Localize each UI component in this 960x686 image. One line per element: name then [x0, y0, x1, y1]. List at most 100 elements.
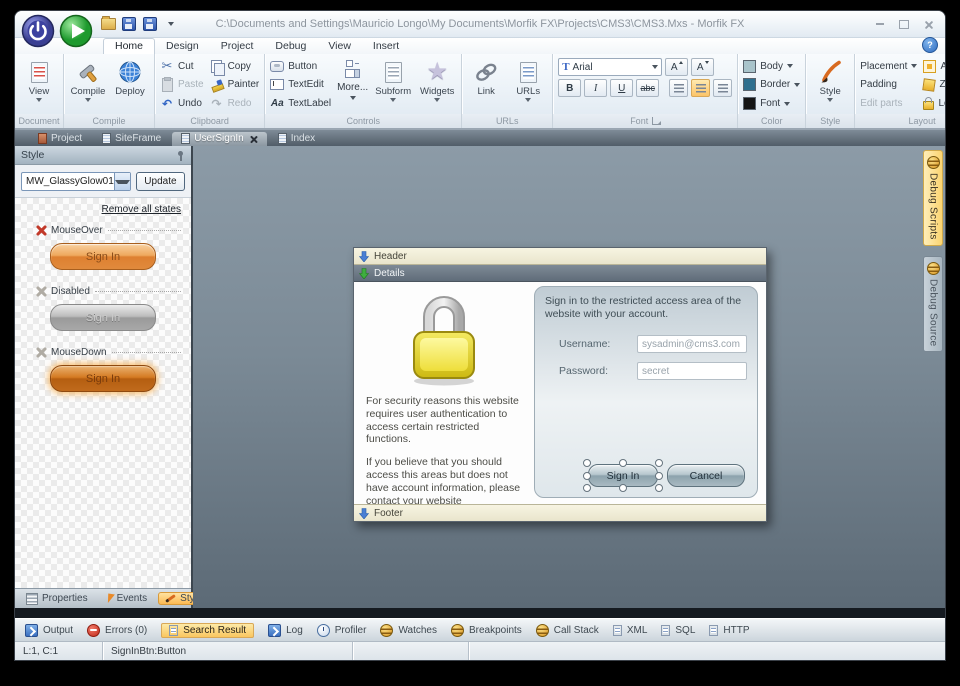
sql-tab[interactable]: SQL: [661, 625, 695, 636]
tab-events[interactable]: Events: [99, 592, 155, 605]
link-button[interactable]: Link: [465, 56, 507, 114]
underline-button[interactable]: U: [610, 79, 633, 97]
remove-all-states-link[interactable]: Remove all states: [23, 204, 181, 215]
widgets-button[interactable]: ★ Widgets: [416, 56, 458, 114]
edit-parts-button[interactable]: Edit parts: [860, 96, 917, 112]
design-canvas[interactable]: Header Details: [193, 146, 945, 608]
view-button[interactable]: View: [18, 56, 60, 114]
save-button[interactable]: [120, 15, 138, 33]
morfik-menu-button[interactable]: [21, 14, 55, 48]
run-project-button[interactable]: [59, 14, 93, 48]
errors-tab[interactable]: Errors (0): [87, 624, 147, 637]
tab-debug-scripts[interactable]: Debug Scripts: [923, 150, 943, 246]
align-button[interactable]: Align: [923, 58, 946, 74]
align-right-button[interactable]: [713, 79, 732, 97]
http-tab[interactable]: HTTP: [709, 625, 749, 636]
cut-button[interactable]: ✂Cut: [160, 58, 204, 74]
state-preview-disabled-button[interactable]: Sign In: [50, 304, 156, 331]
doc-tab-index[interactable]: Index: [269, 132, 324, 146]
tab-properties[interactable]: Properties: [19, 592, 95, 606]
shrink-font-button[interactable]: A: [691, 58, 714, 76]
insert-textlabel-control[interactable]: AaTextLabel: [270, 96, 331, 112]
username-field[interactable]: [637, 335, 747, 353]
log-tab[interactable]: Log: [268, 624, 303, 637]
doc-tab-project[interactable]: Project: [29, 132, 91, 146]
tab-debug-source[interactable]: Debug Source: [923, 256, 943, 353]
toolbar-options-button[interactable]: [162, 15, 180, 33]
insert-textedit-control[interactable]: TextEdit: [270, 77, 331, 93]
state-preview-mouseover-button[interactable]: Sign In: [50, 243, 156, 270]
remove-state-icon[interactable]: [35, 347, 46, 358]
maximize-button[interactable]: [897, 18, 911, 30]
watches-tab[interactable]: Watches: [380, 624, 437, 637]
remove-state-icon[interactable]: [35, 286, 46, 297]
pin-icon[interactable]: [176, 151, 185, 160]
subform-button[interactable]: Subform: [372, 56, 414, 114]
compile-button[interactable]: Compile: [67, 56, 109, 114]
output-tab[interactable]: Output: [25, 624, 73, 637]
style-button[interactable]: Style: [809, 56, 851, 114]
doc-tab-usersignin[interactable]: UserSignIn: [172, 132, 266, 146]
font-color-button[interactable]: Font: [743, 96, 800, 112]
form-details-band[interactable]: Details: [354, 265, 766, 282]
tab-design[interactable]: Design: [155, 39, 210, 54]
selection-handle[interactable]: [619, 459, 627, 467]
redo-button[interactable]: ↷Redo: [210, 96, 260, 112]
tab-project[interactable]: Project: [210, 39, 265, 54]
search-result-tab[interactable]: Search Result: [161, 623, 254, 638]
tab-home[interactable]: Home: [103, 38, 155, 54]
help-button[interactable]: ?: [922, 37, 938, 53]
selection-handle[interactable]: [655, 459, 663, 467]
style-select[interactable]: MW_GlassyGlow01: [21, 172, 131, 191]
remove-state-icon[interactable]: [35, 225, 46, 236]
selection-handle[interactable]: [655, 484, 663, 492]
cancel-button[interactable]: Cancel: [667, 464, 745, 487]
copy-button[interactable]: Copy: [210, 58, 260, 74]
font-dialog-launcher[interactable]: [652, 117, 660, 125]
z-order-button[interactable]: Z Order: [923, 77, 946, 93]
close-tab-icon[interactable]: [250, 135, 258, 143]
selection-handle[interactable]: [619, 484, 627, 492]
doc-tab-siteframe[interactable]: SiteFrame: [93, 132, 170, 146]
lock-button[interactable]: Lock: [923, 96, 946, 112]
align-left-button[interactable]: [669, 79, 688, 97]
tab-view[interactable]: View: [317, 39, 362, 54]
undo-button[interactable]: ↶Undo: [160, 96, 204, 112]
profiler-tab[interactable]: Profiler: [317, 624, 367, 637]
urls-button[interactable]: URLs: [507, 56, 549, 114]
password-field[interactable]: [637, 362, 747, 380]
xml-tab[interactable]: XML: [613, 625, 648, 636]
insert-button-control[interactable]: Button: [270, 58, 331, 74]
selection-handle[interactable]: [583, 459, 591, 467]
body-color-button[interactable]: Body: [743, 58, 800, 74]
state-preview-mousedown-button[interactable]: Sign In: [50, 365, 156, 392]
placement-button[interactable]: Placement: [860, 58, 917, 74]
breakpoints-tab[interactable]: Breakpoints: [451, 624, 522, 637]
selection-handle[interactable]: [583, 472, 591, 480]
tab-insert[interactable]: Insert: [362, 39, 410, 54]
call-stack-tab[interactable]: Call Stack: [536, 624, 599, 637]
paste-button[interactable]: Paste: [160, 77, 204, 93]
minimize-button[interactable]: [873, 18, 887, 30]
update-button[interactable]: Update: [136, 172, 185, 191]
border-color-button[interactable]: Border: [743, 77, 800, 93]
align-center-button[interactable]: [691, 79, 710, 97]
painter-button[interactable]: Painter: [210, 77, 260, 93]
selection-handle[interactable]: [583, 484, 591, 492]
open-button[interactable]: [99, 15, 117, 33]
italic-button[interactable]: I: [584, 79, 607, 97]
form-footer-band[interactable]: Footer: [354, 504, 766, 521]
grow-font-button[interactable]: A: [665, 58, 688, 76]
form-header-band[interactable]: Header: [354, 248, 766, 265]
bold-button[interactable]: B: [558, 79, 581, 97]
tab-debug[interactable]: Debug: [264, 39, 317, 54]
selection-handle[interactable]: [655, 472, 663, 480]
close-button[interactable]: [921, 18, 935, 30]
more-controls-button[interactable]: More...: [337, 81, 368, 93]
style-select-dropdown[interactable]: [114, 173, 130, 190]
font-family-select[interactable]: T Arial: [558, 58, 662, 76]
strikethrough-button[interactable]: abc: [636, 79, 659, 97]
padding-button[interactable]: Padding: [860, 77, 917, 93]
save-all-button[interactable]: [141, 15, 159, 33]
deploy-button[interactable]: Deploy: [109, 56, 151, 114]
